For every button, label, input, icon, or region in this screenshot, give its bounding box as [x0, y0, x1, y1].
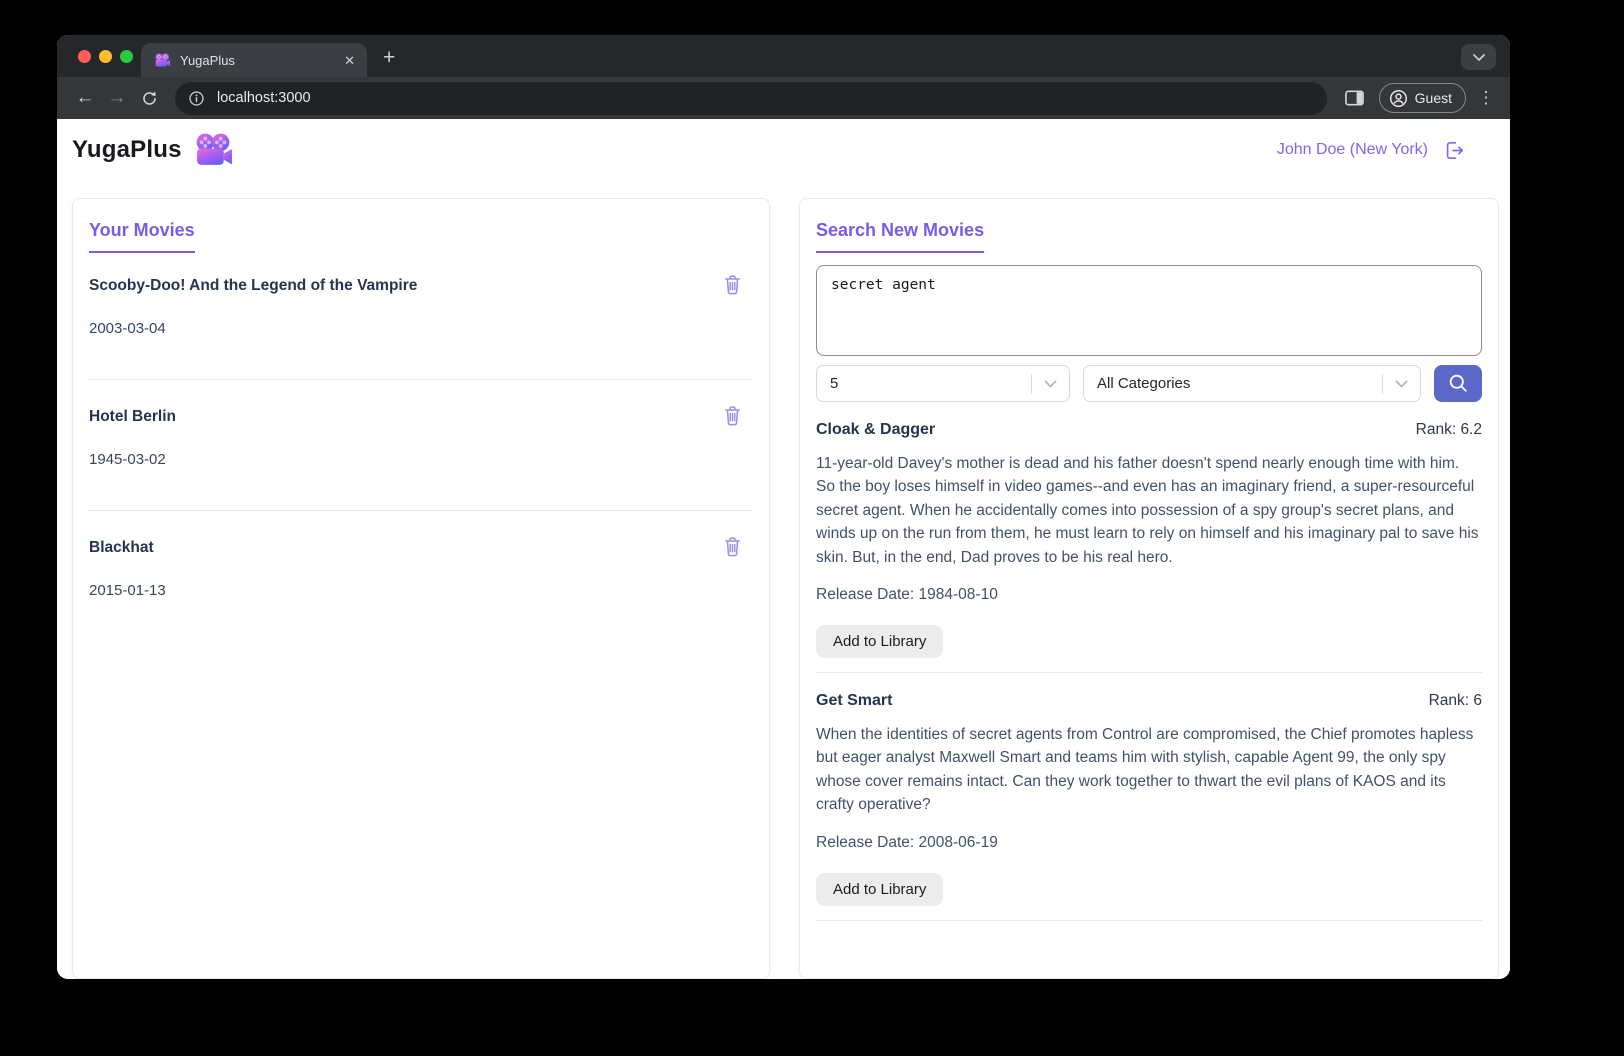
header-right: John Doe (New York) [1277, 139, 1466, 162]
chevron-down-icon [1383, 380, 1420, 388]
browser-window: YugaPlus ✕ + ← → localhost:3000 Guest ⋮ … [57, 35, 1510, 979]
trash-icon [725, 275, 740, 295]
category-select[interactable]: All Categories [1083, 365, 1421, 402]
browser-menu-button[interactable]: ⋮ [1476, 88, 1496, 108]
delete-movie-button[interactable] [723, 405, 742, 426]
back-button[interactable]: ← [71, 84, 99, 112]
main-area: Your Movies Scooby-Doo! And the Legend o… [57, 181, 1510, 979]
tab-close-icon[interactable]: ✕ [344, 54, 355, 67]
result-rank: Rank: 6 [1428, 692, 1482, 710]
result-rank: Rank: 6.2 [1415, 421, 1482, 438]
close-window-button[interactable] [78, 50, 91, 63]
result-release-date: Release Date: 1984-08-10 [816, 586, 998, 604]
tab-favicon-camera-icon [154, 52, 171, 68]
browser-toolbar: ← → localhost:3000 Guest ⋮ [57, 77, 1510, 119]
address-bar[interactable]: localhost:3000 [175, 81, 1327, 115]
movie-title: Scooby-Doo! And the Legend of the Vampir… [89, 277, 418, 294]
result-description: 11-year-old Davey's mother is dead and h… [816, 455, 1479, 566]
your-movies-heading: Your Movies [89, 220, 195, 253]
tab-title: YugaPlus [180, 52, 235, 68]
movie-list: Scooby-Doo! And the Legend of the Vampir… [89, 274, 753, 641]
url-text: localhost:3000 [217, 90, 311, 106]
minimize-window-button[interactable] [99, 50, 112, 63]
delete-movie-button[interactable] [723, 536, 742, 557]
search-results: Cloak & Dagger Rank: 6.2 11-year-old Dav… [816, 402, 1482, 921]
search-query-input[interactable]: secret agent [816, 265, 1482, 356]
logout-button[interactable] [1443, 139, 1466, 162]
traffic-lights [78, 50, 133, 63]
search-button[interactable] [1434, 365, 1482, 402]
add-to-library-button[interactable]: Add to Library [816, 872, 944, 906]
side-panel-icon [1345, 90, 1364, 106]
tab-strip: YugaPlus ✕ + [57, 35, 1510, 77]
reload-icon [142, 90, 156, 105]
brand: YugaPlus [72, 133, 234, 168]
page-content: YugaPlus John Doe (New York) Your Movies… [57, 119, 1510, 979]
search-result: Get Smart Rank: 6 When the identities of… [816, 673, 1482, 921]
movie-camera-logo-icon [193, 133, 234, 168]
chevron-down-icon [1032, 380, 1069, 388]
result-description: When the identities of secret agents fro… [816, 726, 1474, 814]
app-title: YugaPlus [72, 136, 182, 163]
guest-label: Guest [1414, 90, 1452, 106]
list-item: Hotel Berlin 1945-03-02 [89, 405, 753, 511]
results-limit-value: 5 [830, 375, 839, 392]
forward-button[interactable]: → [103, 84, 131, 112]
movie-release-date: 2015-01-13 [89, 582, 166, 599]
trash-icon [725, 406, 740, 426]
search-heading: Search New Movies [816, 220, 985, 253]
chevron-down-icon [1472, 53, 1485, 61]
logout-icon [1446, 141, 1463, 159]
movie-title: Hotel Berlin [89, 408, 176, 425]
reload-button[interactable] [135, 84, 163, 112]
trash-icon [725, 537, 740, 557]
delete-movie-button[interactable] [723, 274, 742, 295]
search-icon [1449, 374, 1467, 392]
tab-search-button[interactable] [1461, 44, 1496, 70]
list-item: Scooby-Doo! And the Legend of the Vampir… [89, 274, 753, 380]
site-info-icon[interactable] [184, 86, 208, 110]
category-value: All Categories [1097, 375, 1191, 392]
movie-title: Blackhat [89, 539, 154, 556]
guest-avatar-icon [1389, 89, 1407, 107]
list-item: Blackhat 2015-01-13 [89, 536, 753, 641]
movie-release-date: 2003-03-04 [89, 320, 166, 337]
search-controls: 5 All Categories [816, 365, 1482, 402]
add-to-library-button[interactable]: Add to Library [816, 625, 944, 659]
user-name-label: John Doe (New York) [1276, 141, 1428, 158]
your-movies-panel: Your Movies Scooby-Doo! And the Legend o… [72, 198, 770, 979]
result-release-date: Release Date: 2008-06-19 [816, 833, 998, 851]
app-header: YugaPlus John Doe (New York) [57, 119, 1510, 181]
search-panel: Search New Movies secret agent 5 All Cat… [799, 198, 1499, 979]
tab-yugaplus[interactable]: YugaPlus ✕ [141, 43, 367, 77]
result-title: Cloak & Dagger [816, 421, 936, 438]
movie-release-date: 1945-03-02 [89, 451, 166, 468]
side-panel-button[interactable] [1341, 84, 1369, 112]
result-title: Get Smart [816, 692, 893, 710]
search-result: Cloak & Dagger Rank: 6.2 11-year-old Dav… [816, 402, 1482, 674]
profile-button[interactable]: Guest [1378, 83, 1466, 113]
new-tab-button[interactable]: + [383, 47, 395, 68]
results-limit-select[interactable]: 5 [816, 365, 1070, 402]
zoom-window-button[interactable] [120, 50, 133, 63]
